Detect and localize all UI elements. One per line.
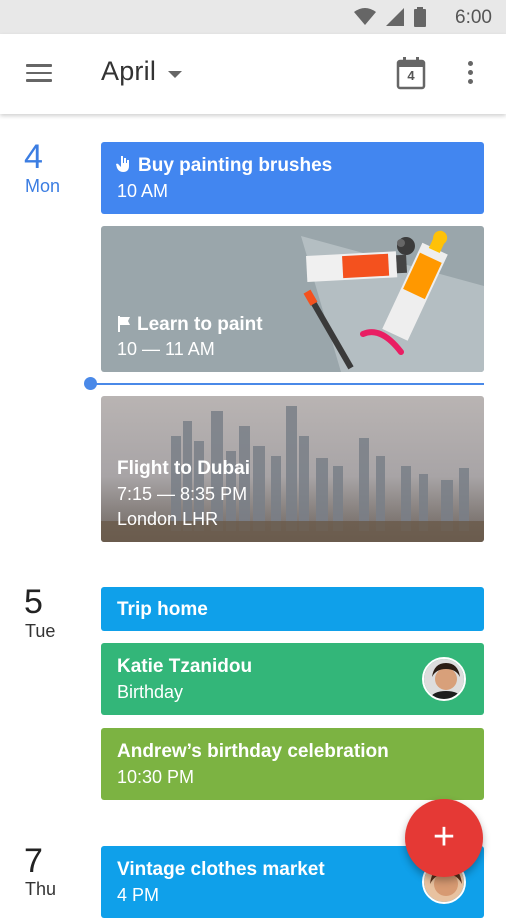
event-time: 10:30 PM — [117, 767, 195, 787]
plus-icon: + — [432, 816, 456, 858]
day-name: Thu — [25, 879, 57, 899]
battery-icon — [414, 7, 426, 27]
chevron-down-icon[interactable] — [168, 71, 182, 78]
event-trip-home[interactable]: Trip home — [101, 587, 484, 631]
hand-icon — [116, 156, 129, 172]
signal-icon — [386, 8, 404, 26]
event-title: Trip home — [117, 599, 208, 620]
wifi-icon — [354, 8, 376, 25]
event-time: 10 AM — [117, 181, 169, 201]
flag-icon — [118, 316, 130, 332]
day-number: 4 — [24, 138, 43, 176]
event-title: Katie Tzanidou — [117, 656, 253, 677]
create-event-button[interactable]: + — [405, 799, 483, 877]
current-time-indicator — [90, 383, 484, 385]
event-buy-painting-brushes[interactable]: Buy painting brushes 10 AM — [101, 142, 484, 214]
status-icons — [354, 7, 426, 27]
event-katie-tzanidou[interactable]: Katie Tzanidou Birthday — [101, 643, 484, 715]
event-title: Vintage clothes market — [117, 859, 325, 880]
event-subtitle: Birthday — [117, 682, 184, 702]
status-bar: 6:00 — [0, 0, 506, 34]
day-name: Mon — [25, 176, 61, 196]
app-bar: April 4 — [0, 34, 506, 114]
event-learn-to-paint[interactable]: Learn to paint 10 — 11 AM — [101, 226, 484, 372]
event-time: 7:15 — 8:35 PM — [117, 484, 248, 504]
event-title: Andrew’s birthday celebration — [117, 741, 389, 762]
more-options-icon[interactable] — [466, 61, 474, 87]
day-number: 7 — [24, 842, 43, 880]
event-andrews-birthday[interactable]: Andrew’s birthday celebration 10:30 PM — [101, 728, 484, 800]
month-title[interactable]: April — [101, 56, 156, 87]
today-button[interactable]: 4 — [396, 56, 426, 90]
event-title: Learn to paint — [137, 314, 263, 335]
avatar — [422, 657, 466, 701]
event-title: Flight to Dubai — [117, 458, 250, 479]
day-name: Tue — [25, 621, 56, 641]
menu-icon[interactable] — [26, 64, 52, 84]
event-flight-to-dubai[interactable]: Flight to Dubai 7:15 — 8:35 PM London LH… — [101, 396, 484, 542]
today-date: 4 — [407, 68, 415, 83]
day-number: 5 — [24, 583, 43, 621]
event-time: 10 — 11 AM — [117, 339, 215, 359]
event-time: 4 PM — [117, 885, 160, 905]
event-title: Buy painting brushes — [138, 155, 333, 176]
event-location: London LHR — [117, 509, 219, 529]
status-time: 6:00 — [455, 7, 492, 28]
